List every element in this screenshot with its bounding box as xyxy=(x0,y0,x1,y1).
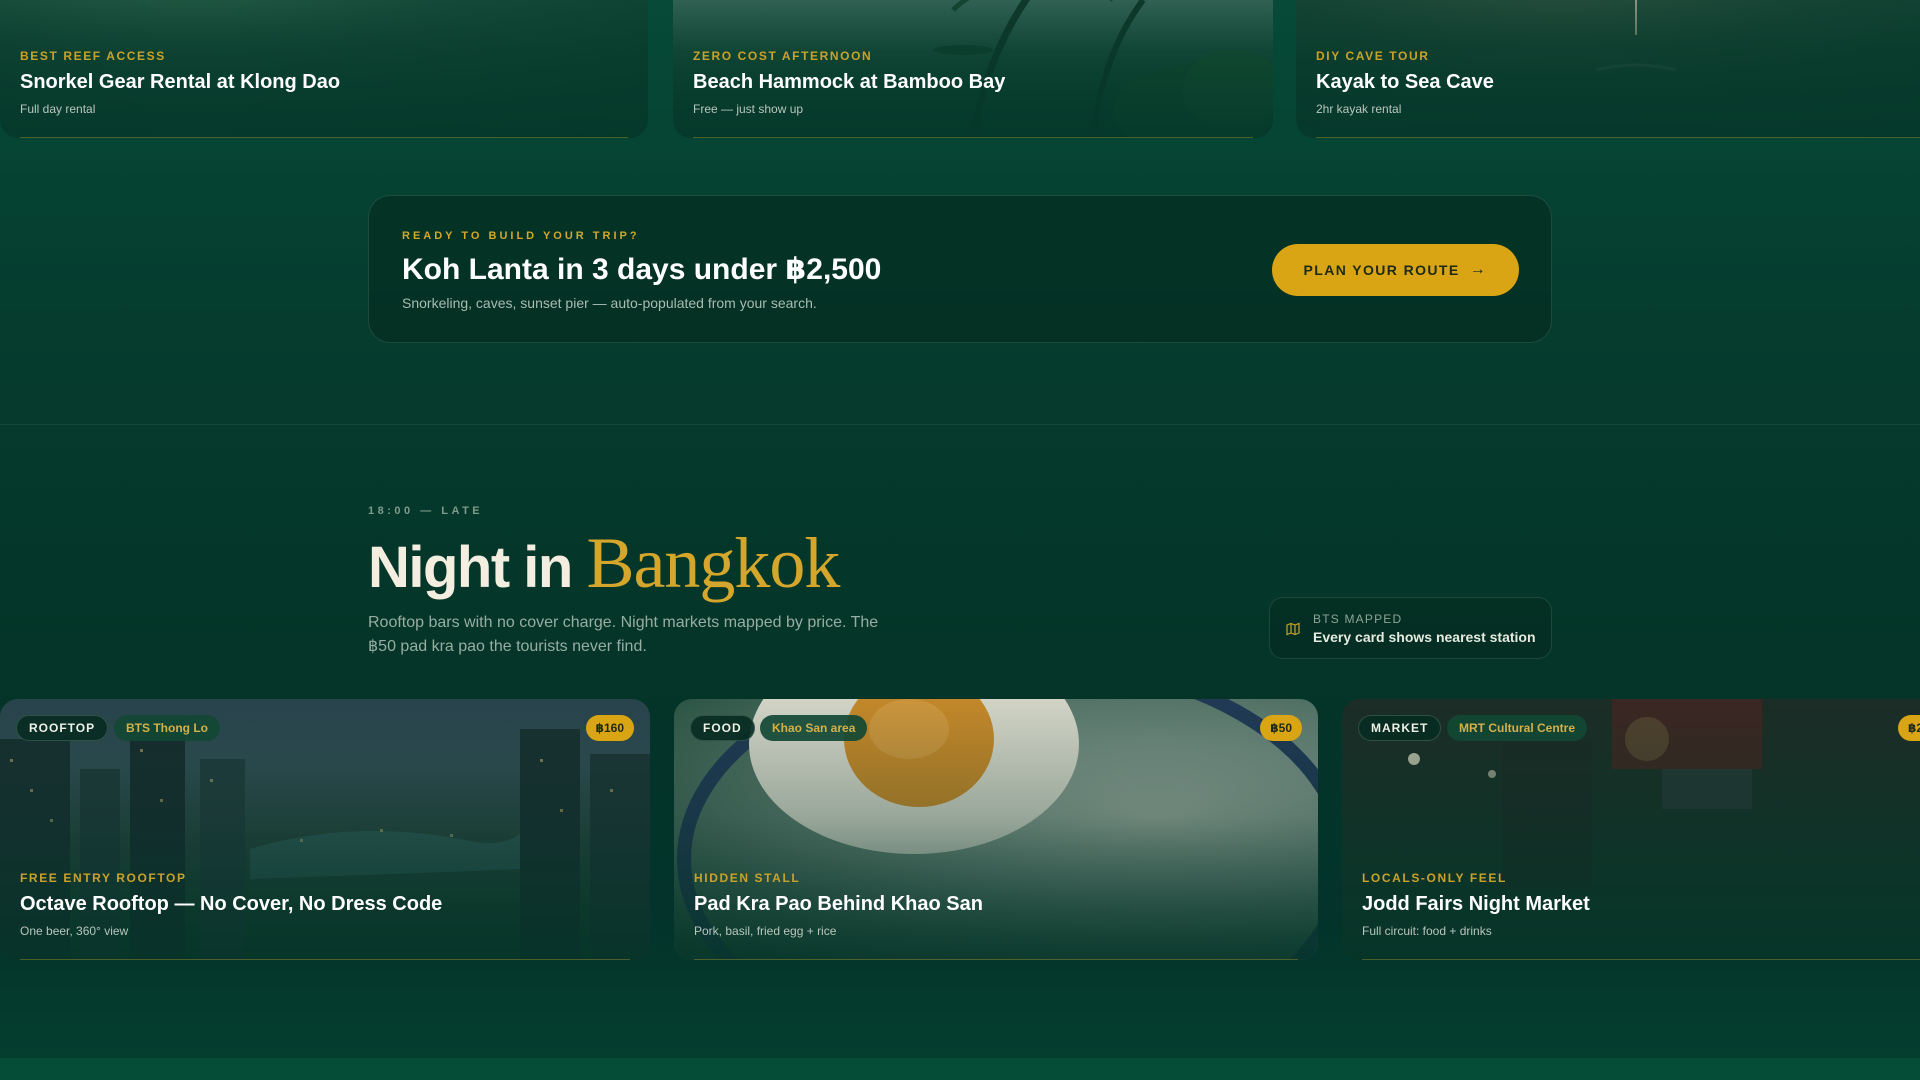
category-tag: MARKET xyxy=(1358,715,1442,741)
card-beach-hammock[interactable]: ZERO COST AFTERNOON Beach Hammock at Bam… xyxy=(673,0,1273,138)
card-subtitle: Full day rental xyxy=(20,102,96,116)
card-eyebrow: LOCALS-ONLY FEEL xyxy=(1362,871,1507,885)
station-tag: Khao San area xyxy=(760,715,868,741)
section-description: Rooftop bars with no cover charge. Night… xyxy=(368,614,879,655)
card-snorkel-gear[interactable]: BEST REEF ACCESS Snorkel Gear Rental at … xyxy=(0,0,648,138)
card-subtitle: Pork, basil, fried egg + rice xyxy=(694,924,837,938)
section-title-accent: Bangkok xyxy=(586,523,840,603)
plan-your-route-button[interactable]: PLAN YOUR ROUTE → xyxy=(1271,244,1519,296)
section-divider xyxy=(0,424,1920,425)
bts-text: Every card shows nearest station xyxy=(1313,629,1536,645)
card-subtitle: One beer, 360° view xyxy=(20,924,129,938)
cta-headline: Koh Lanta in 3 days under ฿2,500 xyxy=(402,253,882,286)
card-title: Octave Rooftop — No Cover, No Dress Code xyxy=(20,893,443,915)
price-badge: ฿160 xyxy=(585,715,634,741)
card-subtitle: Free — just show up xyxy=(693,102,804,116)
card-eyebrow: FREE ENTRY ROOFTOP xyxy=(20,871,187,885)
card-title: Snorkel Gear Rental at Klong Dao xyxy=(20,71,341,93)
station-tag: MRT Cultural Centre xyxy=(1447,715,1588,741)
price-badge: ฿2 xyxy=(1898,715,1920,741)
category-tag: ROOFTOP xyxy=(16,715,109,741)
map-icon xyxy=(1286,622,1300,636)
bts-mapped-badge: BTS MAPPED Every card shows nearest stat… xyxy=(1269,597,1552,659)
section-kicker: 18:00 — LATE xyxy=(368,505,484,517)
card-title: Beach Hammock at Bamboo Bay xyxy=(693,71,1006,93)
card-eyebrow: DIY CAVE TOUR xyxy=(1316,49,1430,63)
card-octave-rooftop[interactable]: ROOFTOP BTS Thong Lo ฿160 FREE ENTRY ROO… xyxy=(0,699,650,960)
arrow-right-icon: → xyxy=(1469,261,1487,278)
card-pad-kra-pao[interactable]: FOOD Khao San area ฿50 HIDDEN STALL Pad … xyxy=(674,699,1318,960)
section-title: Night in Bangkok xyxy=(368,522,840,605)
card-kayak-sea-cave[interactable]: DIY CAVE TOUR Kayak to Sea Cave 2hr kaya… xyxy=(1296,0,1920,138)
card-title: Jodd Fairs Night Market xyxy=(1362,893,1590,915)
footer-band xyxy=(0,1058,1920,1080)
card-eyebrow: ZERO COST AFTERNOON xyxy=(693,49,873,63)
section-title-main: Night in xyxy=(368,535,587,600)
button-label: PLAN YOUR ROUTE xyxy=(1303,262,1460,278)
trip-builder-cta: READY TO BUILD YOUR TRIP? Koh Lanta in 3… xyxy=(368,195,1552,343)
price-badge: ฿50 xyxy=(1260,715,1302,741)
card-jodd-fairs[interactable]: MARKET MRT Cultural Centre ฿2 LOCALS-ONL… xyxy=(1342,699,1920,960)
card-eyebrow: HIDDEN STALL xyxy=(694,871,801,885)
bts-label: BTS MAPPED xyxy=(1313,612,1403,626)
card-subtitle: 2hr kayak rental xyxy=(1316,102,1402,116)
card-subtitle: Full circuit: food + drinks xyxy=(1362,924,1492,938)
station-tag: BTS Thong Lo xyxy=(114,715,220,741)
cta-subtitle: Snorkeling, caves, sunset pier — auto-po… xyxy=(402,295,817,311)
card-title: Kayak to Sea Cave xyxy=(1316,71,1494,93)
page: BEST REEF ACCESS Snorkel Gear Rental at … xyxy=(0,0,1920,1080)
card-eyebrow: BEST REEF ACCESS xyxy=(20,49,166,63)
category-tag: FOOD xyxy=(690,715,755,741)
card-title: Pad Kra Pao Behind Khao San xyxy=(694,893,983,915)
cta-kicker: READY TO BUILD YOUR TRIP? xyxy=(402,230,640,242)
